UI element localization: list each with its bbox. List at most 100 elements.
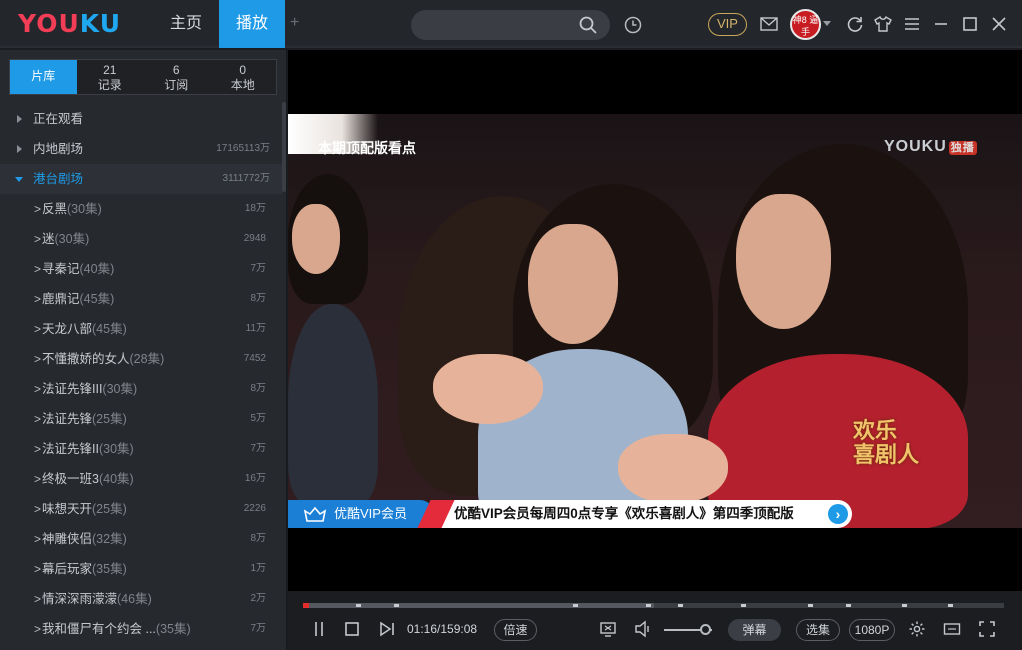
series-item[interactable]: > 神雕侠侣(32集) 8万 [0, 524, 282, 554]
series-item[interactable]: > 法证先锋(25集) 5万 [0, 404, 282, 434]
minimize-icon[interactable] [932, 15, 950, 33]
series-name: 神雕侠侣 [42, 532, 93, 546]
tab-label: 片库 [31, 69, 56, 83]
youku-watermark: YOUKU 独播 [884, 138, 977, 156]
series-title: 鹿鼎记(45集) [42, 284, 114, 314]
series-play-count: 1万 [250, 563, 266, 574]
chevron-right-icon: > [34, 322, 42, 336]
search-icon[interactable] [578, 15, 598, 35]
playback-controls: 01:16/159:08 倍速 弹幕 选集 1080P [288, 591, 1022, 650]
stop-icon[interactable] [343, 620, 361, 638]
vip-badge[interactable]: VIP [708, 13, 747, 36]
highlight-marker[interactable] [902, 604, 908, 607]
series-item[interactable]: > 不懂撒娇的女人(28集) 7452 [0, 344, 282, 374]
avatar-dropdown-caret-icon[interactable] [823, 21, 831, 26]
pause-icon[interactable] [310, 620, 328, 638]
series-item[interactable]: > 我和僵尸有个约会 ...(35集) 7万 [0, 614, 282, 644]
series-item[interactable]: > 寻秦记(40集) 7万 [0, 254, 282, 284]
series-item[interactable]: > 法证先锋II(30集) 7万 [0, 434, 282, 464]
episode-select-button[interactable]: 选集 [796, 619, 840, 641]
chevron-right-icon: > [34, 502, 42, 516]
category-hk-tw[interactable]: 港台剧场 3111772万 [0, 164, 282, 194]
sidebar-tab-history[interactable]: 21 记录 [77, 60, 144, 94]
series-item[interactable]: > 法证先锋III(30集) 8万 [0, 374, 282, 404]
highlight-marker[interactable] [355, 604, 361, 607]
skin-shirt-icon[interactable] [874, 15, 892, 33]
add-tab-button[interactable]: + [290, 14, 299, 32]
series-episode-count: (28集) [129, 352, 165, 366]
series-episode-count: (30集) [102, 382, 138, 396]
tab-label: 订阅 [164, 78, 189, 92]
youku-logo[interactable]: YOUKU [18, 9, 121, 38]
chevron-right-icon: > [34, 232, 42, 246]
show-logo: 欢乐 喜剧人 [853, 419, 919, 467]
maximize-icon[interactable] [961, 15, 979, 33]
title-bar: YOUKU 主页 播放 + VIP 神8 逼 手 [0, 0, 1022, 48]
series-name: 法证先锋II [42, 442, 99, 456]
category-label: 港台剧场 [33, 172, 84, 186]
menu-icon[interactable] [903, 15, 921, 33]
series-title: 天龙八部(45集) [42, 314, 127, 344]
series-play-count: 8万 [250, 533, 266, 544]
tab-count: 6 [172, 63, 180, 77]
series-item[interactable]: > 反黑(30集) 18万 [0, 194, 282, 224]
highlight-marker[interactable] [807, 604, 813, 607]
fullscreen-icon[interactable] [978, 620, 996, 638]
vip-member-label: 优酷VIP会员 [334, 506, 407, 521]
series-play-count: 8万 [250, 293, 266, 304]
danmaku-toggle-button[interactable]: 弹幕 [728, 619, 781, 641]
video-player[interactable]: 本期顶配版看点 YOUKU 独播 欢乐 喜剧人 优酷VIP会员 优酷VIP会员每周四… [288, 50, 1022, 591]
volume-slider-handle[interactable] [699, 624, 711, 635]
speed-button[interactable]: 倍速 [494, 619, 537, 641]
sidebar-tab-subscriptions[interactable]: 6 订阅 [143, 60, 210, 94]
category-list: 正在观看 内地剧场 17165113万 港台剧场 3111772万 > 反黑(30… [0, 104, 282, 644]
refresh-icon[interactable] [846, 15, 864, 33]
highlight-marker[interactable] [646, 604, 652, 607]
series-item[interactable]: > 情深深雨濛濛(46集) 2万 [0, 584, 282, 614]
tab-play[interactable]: 播放 [219, 0, 285, 48]
widescreen-icon[interactable] [943, 620, 961, 638]
series-item[interactable]: > 幕后玩家(35集) 1万 [0, 554, 282, 584]
series-play-count: 7万 [250, 263, 266, 274]
mail-icon[interactable] [760, 17, 778, 31]
video-frame[interactable]: 本期顶配版看点 YOUKU 独播 欢乐 喜剧人 优酷VIP会员 优酷VIP会员每周四… [288, 114, 1022, 528]
series-title: 终极一班3(40集) [42, 464, 134, 494]
tab-count: 21 [103, 63, 117, 77]
sidebar-tab-local[interactable]: 0 本地 [210, 60, 277, 94]
sidebar-scrollbar[interactable] [282, 102, 286, 192]
quality-button[interactable]: 1080P [849, 619, 895, 641]
highlight-marker[interactable] [741, 604, 747, 607]
tab-home[interactable]: 主页 [153, 0, 219, 48]
tab-count: 0 [239, 63, 247, 77]
volume-icon[interactable] [634, 620, 652, 638]
series-title: 情深深雨濛濛(46集) [42, 584, 152, 614]
vip-promo-banner[interactable]: 优酷VIP会员 优酷VIP会员每周四0点专享《欢乐喜剧人》第四季顶配版 › [288, 500, 852, 528]
settings-gear-icon[interactable] [908, 620, 926, 638]
highlight-marker[interactable] [846, 604, 852, 607]
series-item[interactable]: > 味想天开(25集) 2226 [0, 494, 282, 524]
series-name: 反黑 [42, 202, 68, 216]
chevron-right-icon: > [34, 442, 42, 456]
progress-bar[interactable] [303, 603, 1004, 608]
next-icon[interactable] [378, 620, 396, 638]
sidebar-tab-library[interactable]: 片库 [10, 60, 77, 94]
series-name: 迷 [42, 232, 55, 246]
highlight-marker[interactable] [947, 604, 953, 607]
chevron-right-icon: > [34, 292, 42, 306]
category-watching[interactable]: 正在观看 [0, 104, 282, 134]
history-clock-icon[interactable] [624, 16, 642, 34]
cast-tv-icon[interactable] [599, 620, 617, 638]
user-avatar[interactable]: 神8 逼 手 [790, 9, 821, 40]
chevron-right-icon[interactable]: › [828, 504, 848, 524]
series-title: 寻秦记(40集) [42, 254, 114, 284]
series-episode-count: (40集) [79, 262, 115, 276]
category-mainland[interactable]: 内地剧场 17165113万 [0, 134, 282, 164]
highlight-marker[interactable] [394, 604, 400, 607]
series-item[interactable]: > 鹿鼎记(45集) 8万 [0, 284, 282, 314]
series-item[interactable]: > 终极一班3(40集) 16万 [0, 464, 282, 494]
series-item[interactable]: > 天龙八部(45集) 11万 [0, 314, 282, 344]
close-icon[interactable] [990, 15, 1008, 33]
highlight-marker[interactable] [678, 604, 684, 607]
highlight-marker[interactable] [572, 604, 578, 607]
series-item[interactable]: > 迷(30集) 2948 [0, 224, 282, 254]
